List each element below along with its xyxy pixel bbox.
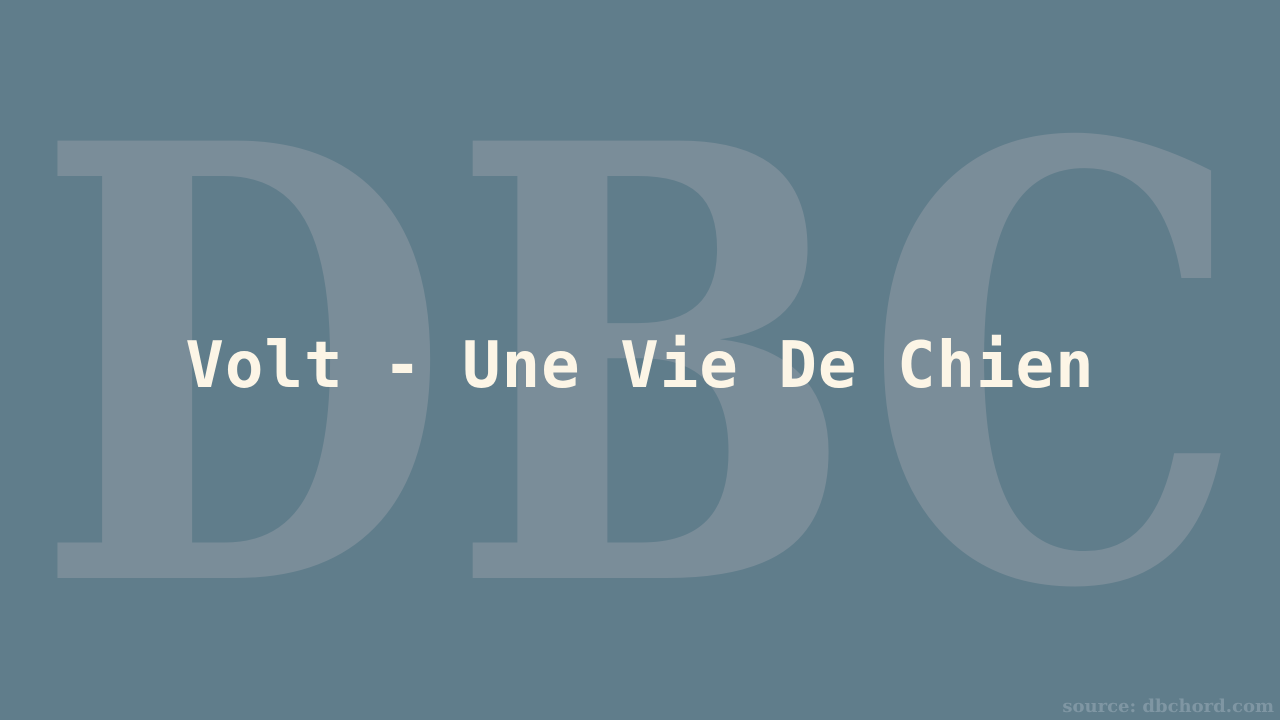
source-credit: source: dbchord.com <box>1062 696 1274 717</box>
song-title: Volt - Une Vie De Chien <box>185 329 1095 403</box>
